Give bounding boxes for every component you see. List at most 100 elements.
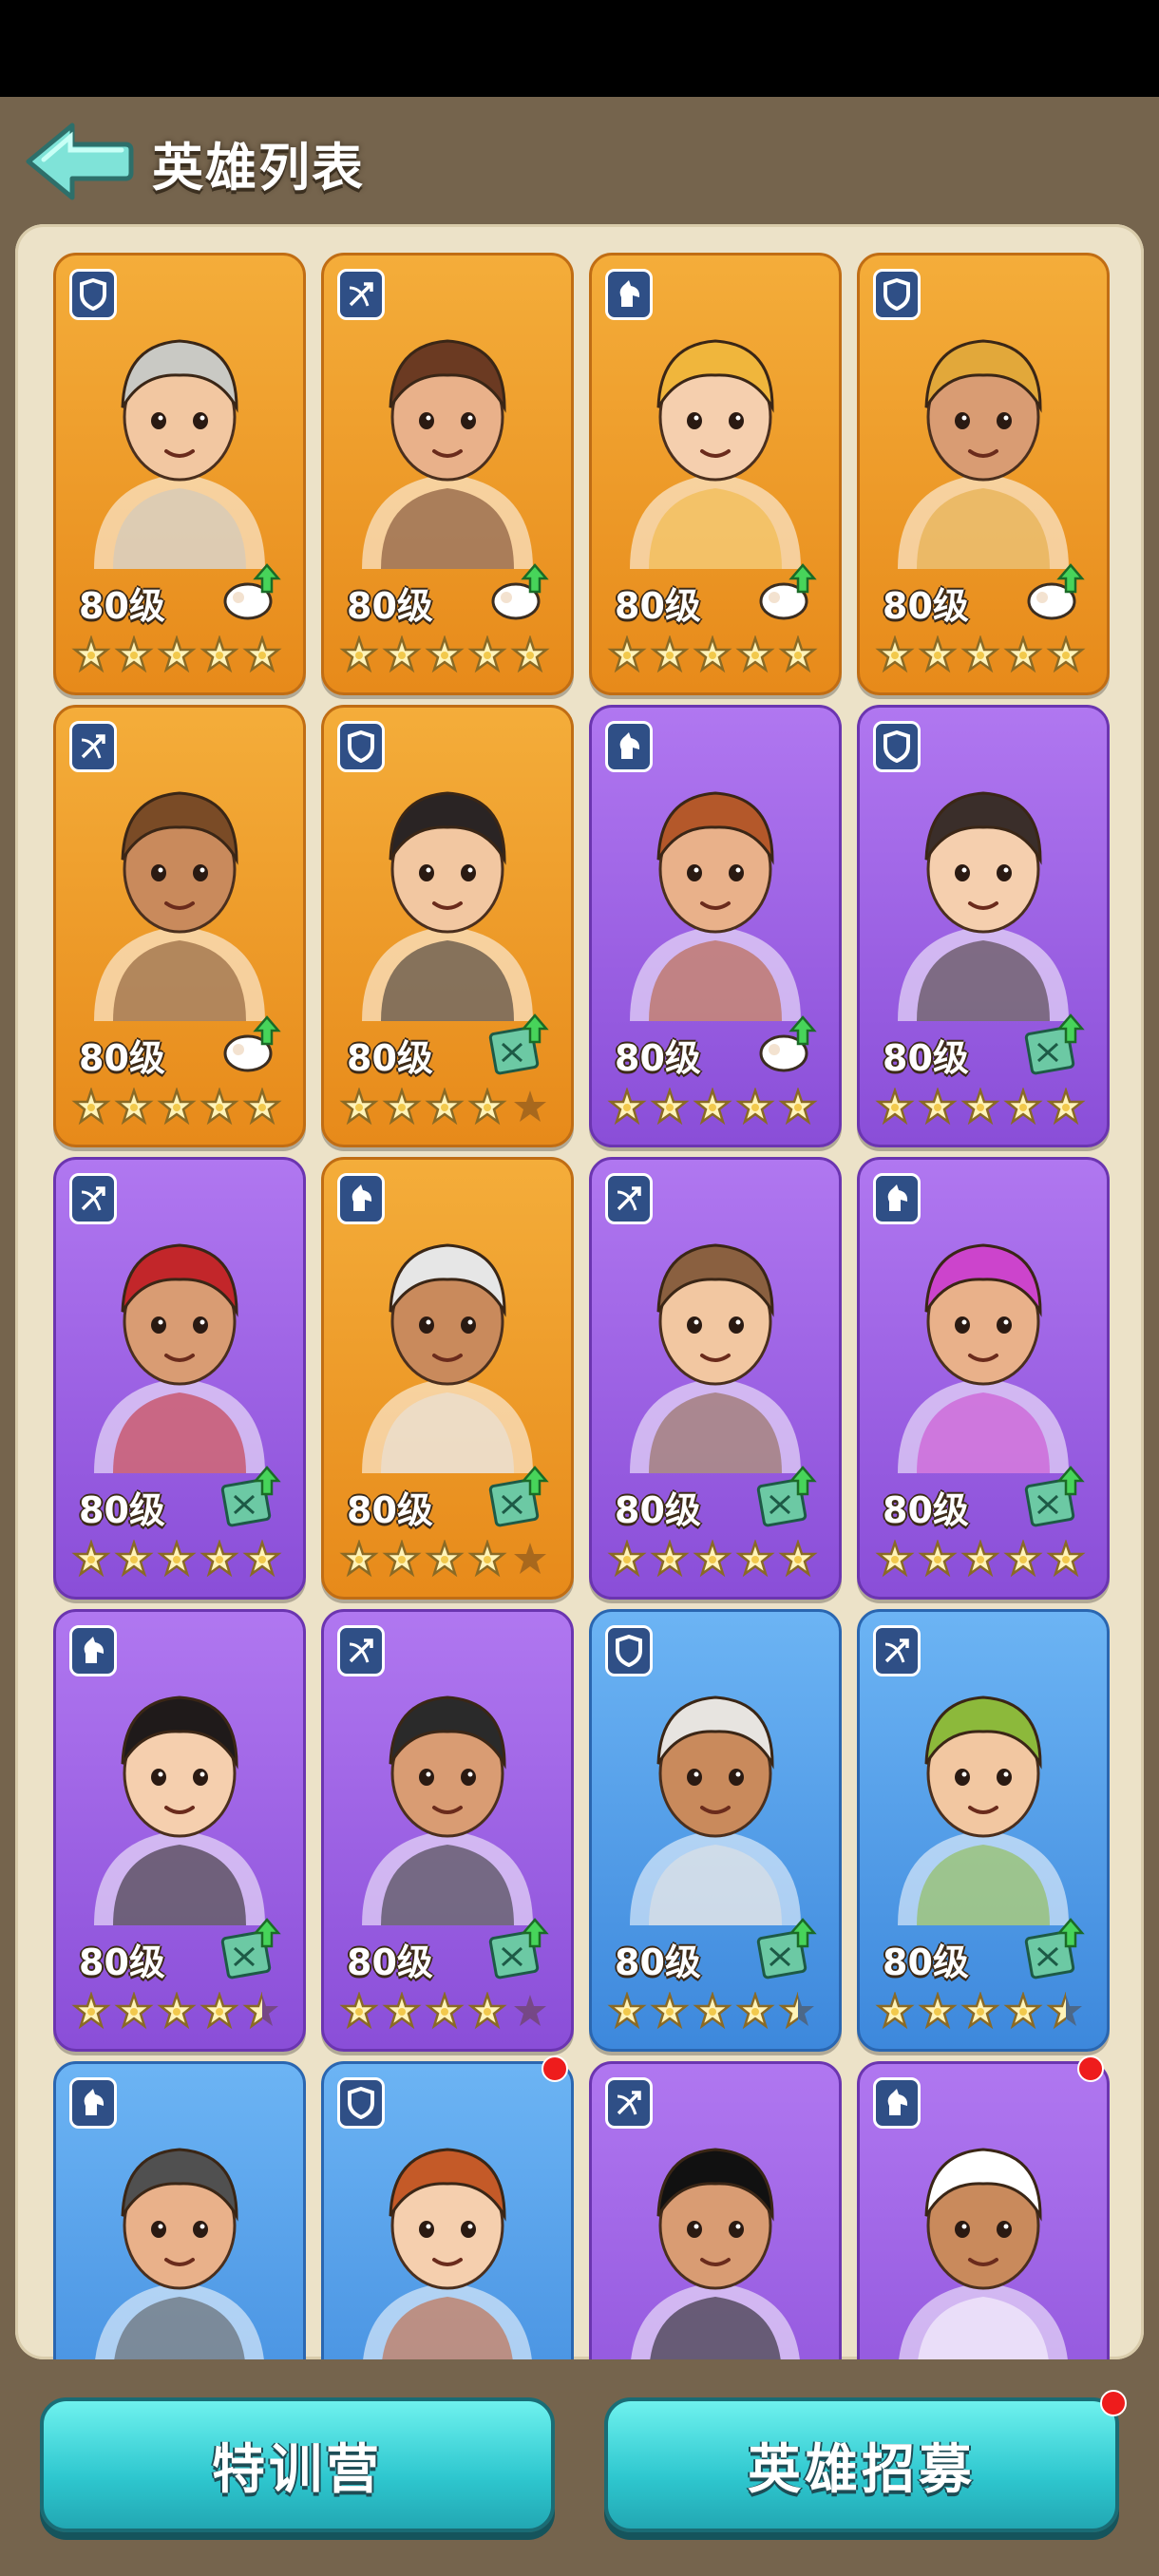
hero-level: 80级 <box>883 1037 969 1079</box>
star-icon <box>425 635 465 673</box>
horse-icon <box>605 721 653 772</box>
star-icon <box>114 635 154 673</box>
star-icon <box>778 1088 818 1126</box>
hero-card[interactable]: 80级 <box>589 1609 842 2052</box>
hero-card[interactable]: 80级 <box>857 705 1110 1147</box>
notification-dot <box>542 2055 568 2082</box>
book-upgrade-icon <box>1023 1012 1090 1078</box>
star-icon <box>650 1088 690 1126</box>
hero-recruit-button[interactable]: 英雄招募 <box>604 2397 1119 2532</box>
hero-card[interactable]: 80级 <box>857 1609 1110 2052</box>
hero-card[interactable]: 80级 <box>321 705 574 1147</box>
star-icon <box>71 635 111 673</box>
star-rating <box>607 1540 824 1582</box>
star-icon <box>1003 1540 1043 1578</box>
hero-card[interactable]: 80级 <box>53 253 306 695</box>
hero-card[interactable]: 80级 <box>53 1609 306 2052</box>
hero-card[interactable] <box>321 2061 574 2359</box>
book-upgrade-icon <box>487 1916 554 1982</box>
star-icon <box>650 1540 690 1578</box>
star-icon <box>382 1088 422 1126</box>
hero-card[interactable]: 80级 <box>857 253 1110 695</box>
star-icon <box>918 1088 958 1126</box>
star-icon <box>1046 1992 1082 2030</box>
star-rating <box>875 1540 1092 1582</box>
hero-card[interactable]: 80级 <box>53 1157 306 1600</box>
shield-icon <box>873 721 921 772</box>
star-icon <box>242 1992 278 2030</box>
hero-level: 80级 <box>79 1037 165 1079</box>
hero-level: 80级 <box>883 1941 969 1983</box>
hero-portrait <box>343 294 552 569</box>
hero-card[interactable]: 80级 <box>589 1157 842 1600</box>
hero-card[interactable]: 80级 <box>321 1157 574 1600</box>
bow-icon <box>605 2077 653 2129</box>
star-rating <box>339 1992 556 2034</box>
hero-portrait <box>611 2102 820 2359</box>
hero-recruit-label: 英雄招募 <box>748 2438 976 2501</box>
hero-card[interactable]: 80级 <box>321 1609 574 2052</box>
book-upgrade-icon <box>755 1464 822 1530</box>
hero-level: 80级 <box>347 1941 433 1983</box>
hero-level: 80级 <box>79 1489 165 1531</box>
hero-card[interactable] <box>589 2061 842 2359</box>
back-arrow-icon[interactable] <box>23 116 137 207</box>
star-icon <box>960 1540 1000 1578</box>
hero-card[interactable]: 80级 <box>589 705 842 1147</box>
hero-portrait <box>343 2102 552 2359</box>
star-icon <box>382 1540 422 1578</box>
star-icon <box>514 1995 546 2026</box>
star-icon <box>114 1992 154 2030</box>
hero-card[interactable]: 80级 <box>857 1157 1110 1600</box>
hero-level: 80级 <box>347 585 433 627</box>
star-rating <box>339 635 556 677</box>
star-icon <box>71 1992 111 2030</box>
hero-card[interactable]: 80级 <box>53 705 306 1147</box>
hero-list-panel[interactable]: 80级 80级 80级 80级 80级 80级 80级 80级 80级 80级 80级 80级 80级 8… <box>15 224 1144 2359</box>
hero-card[interactable] <box>857 2061 1110 2359</box>
star-icon <box>607 1088 647 1126</box>
star-rating <box>607 1992 824 2034</box>
hero-level: 80级 <box>79 585 165 627</box>
shield-icon <box>605 1625 653 1676</box>
hero-level: 80级 <box>347 1037 433 1079</box>
star-icon <box>875 1088 915 1126</box>
star-icon <box>157 635 197 673</box>
hero-card[interactable] <box>53 2061 306 2359</box>
star-icon <box>778 1992 814 2030</box>
star-icon <box>467 1540 507 1578</box>
training-camp-button[interactable]: 特训营 <box>40 2397 555 2532</box>
hero-card[interactable]: 80级 <box>589 253 842 695</box>
star-icon <box>467 1088 507 1126</box>
horse-icon <box>873 1173 921 1224</box>
star-icon <box>467 635 507 673</box>
star-icon <box>242 1540 282 1578</box>
star-rating <box>607 635 824 677</box>
star-icon <box>1003 1992 1043 2030</box>
book-upgrade-icon <box>755 1916 822 1982</box>
star-icon <box>425 1088 465 1126</box>
book-upgrade-icon <box>219 1916 286 1982</box>
hero-level: 80级 <box>79 1941 165 1983</box>
horse-icon <box>337 1173 385 1224</box>
hero-portrait <box>611 1650 820 1925</box>
star-icon <box>242 1088 282 1126</box>
star-icon <box>382 635 422 673</box>
star-rating <box>875 1992 1092 2034</box>
training-camp-label: 特训营 <box>212 2438 383 2501</box>
hero-level: 80级 <box>615 585 701 627</box>
hero-card[interactable]: 80级 <box>321 253 574 695</box>
sheep-upgrade-icon <box>755 559 822 626</box>
star-icon <box>157 1088 197 1126</box>
hero-level: 80级 <box>615 1037 701 1079</box>
horse-icon <box>69 2077 117 2129</box>
star-icon <box>693 1540 732 1578</box>
star-icon <box>918 1540 958 1578</box>
hero-portrait <box>75 1650 284 1925</box>
shield-icon <box>69 269 117 320</box>
star-icon <box>875 1540 915 1578</box>
star-icon <box>114 1088 154 1126</box>
hero-portrait <box>343 746 552 1021</box>
hero-portrait <box>879 1198 1088 1473</box>
shield-icon <box>337 721 385 772</box>
